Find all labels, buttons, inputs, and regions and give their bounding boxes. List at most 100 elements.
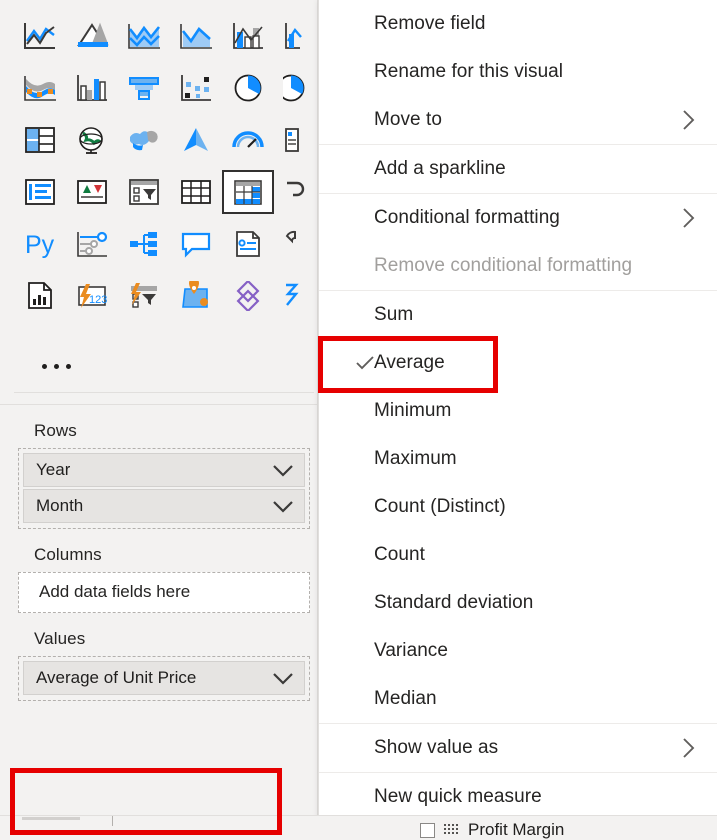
power-automate-visual-icon[interactable]: 123 (66, 273, 118, 319)
well-label-values: Values (34, 629, 86, 648)
field-chip-label: Month (36, 496, 84, 515)
chevron-right-icon[interactable] (682, 724, 695, 772)
treemap-icon[interactable] (14, 117, 66, 163)
field-checkbox[interactable] (420, 822, 435, 838)
menu-item-rename-for-this-visual[interactable]: Rename for this visual (319, 48, 717, 96)
stacked-area-chart-icon[interactable] (118, 13, 170, 59)
menu-item-minimum[interactable]: Minimum (319, 387, 717, 435)
chevron-down-icon[interactable] (272, 500, 296, 513)
kpi-icon[interactable] (66, 169, 118, 215)
menu-item-label: New quick measure (374, 786, 542, 807)
menu-item-count-distinct[interactable]: Count (Distinct) (319, 483, 717, 531)
field-chip-month[interactable]: Month (23, 489, 305, 523)
menu-item-label: Maximum (374, 448, 457, 469)
dot (65, 363, 71, 369)
dropzone-rows[interactable]: Year Month (18, 448, 310, 529)
dropzone-columns[interactable]: Add data fields here (18, 572, 310, 613)
menu-item-label: Conditional formatting (374, 207, 560, 228)
area-chart-icon[interactable] (66, 13, 118, 59)
menu-item-label: Average (374, 352, 445, 373)
menu-item-sum[interactable]: Sum (319, 291, 717, 339)
svg-text:Py: Py (25, 231, 55, 259)
dropzone-placeholder: Add data fields here (39, 582, 191, 601)
funnel-chart-icon[interactable] (118, 65, 170, 111)
qna-visual-icon[interactable] (170, 221, 222, 267)
azure-map-icon[interactable] (170, 273, 222, 319)
menu-item-label: Show value as (374, 737, 499, 758)
chevron-right-icon[interactable] (682, 194, 695, 242)
visual-icon-row (14, 114, 318, 166)
field-chip-label: Average of Unit Price (36, 668, 197, 687)
gauge-icon[interactable] (222, 117, 274, 163)
map-icon[interactable] (66, 117, 118, 163)
dropzone-values[interactable]: Average of Unit Price (18, 656, 310, 701)
well-label-rows: Rows (34, 421, 77, 440)
menu-item-standard-deviation[interactable]: Standard deviation (319, 579, 717, 627)
decomposition-tree-icon[interactable] (118, 221, 170, 267)
menu-item-conditional-formatting[interactable]: Conditional formatting (319, 194, 717, 242)
chevron-right-icon[interactable] (682, 96, 695, 144)
shape-map-icon[interactable] (170, 117, 222, 163)
paginated-report-icon[interactable] (14, 273, 66, 319)
visual-icon-row (14, 62, 318, 114)
visual-icon-row: Py (14, 218, 318, 270)
menu-item-label: Variance (374, 640, 448, 661)
bottom-partial-strip: Profit Margin (0, 815, 717, 840)
field-chip-label: Year (36, 460, 71, 479)
menu-item-label: Count (Distinct) (374, 496, 506, 517)
menu-item-label: Count (374, 544, 425, 565)
menu-item-average[interactable]: Average (319, 339, 717, 387)
svg-text:123: 123 (89, 294, 107, 306)
waterfall-chart-icon[interactable] (14, 65, 66, 111)
visualizations-pane: Py 123 Rows Year Month Columns Add data … (0, 0, 318, 840)
menu-item-add-a-sparkline[interactable]: Add a sparkline (319, 145, 717, 193)
chevron-down-icon[interactable] (272, 464, 296, 477)
multi-row-card-icon[interactable] (14, 169, 66, 215)
menu-item-count[interactable]: Count (319, 531, 717, 579)
line-chart-icon[interactable] (170, 13, 222, 59)
menu-item-show-value-as[interactable]: Show value as (319, 724, 717, 772)
menu-item-move-to[interactable]: Move to (319, 96, 717, 144)
key-influencers-icon[interactable] (66, 221, 118, 267)
menu-item-remove-field[interactable]: Remove field (319, 0, 717, 48)
visual-icon-row (14, 166, 318, 218)
field-chip-year[interactable]: Year (23, 453, 305, 487)
dot (41, 363, 47, 369)
more-visuals-button[interactable] (34, 352, 78, 380)
line-and-clustered-column-chart-icon[interactable] (222, 13, 274, 59)
menu-item-label: Move to (374, 109, 442, 130)
menu-item-remove-conditional-formatting: Remove conditional formatting (319, 242, 717, 290)
matrix-icon[interactable] (222, 170, 274, 214)
menu-item-label: Minimum (374, 400, 452, 421)
chip-fragment (22, 817, 80, 820)
bottom-left-fragment (0, 816, 318, 840)
field-name-label: Profit Margin (468, 820, 565, 839)
fields-list-item-profit-margin[interactable]: Profit Margin (420, 820, 564, 840)
menu-item-median[interactable]: Median (319, 675, 717, 723)
python-visual-icon[interactable]: Py (14, 221, 66, 267)
visual-type-gallery: Py 123 (0, 0, 318, 404)
measure-grid-icon (444, 824, 459, 836)
power-apps-visual-icon[interactable] (118, 273, 170, 319)
menu-item-label: Remove conditional formatting (374, 255, 633, 276)
chevron-down-icon[interactable] (272, 672, 296, 685)
menu-item-variance[interactable]: Variance (319, 627, 717, 675)
menu-item-label: Remove field (374, 13, 486, 34)
table-icon[interactable] (170, 169, 222, 215)
smart-narrative-icon[interactable] (222, 221, 274, 267)
well-label-columns: Columns (34, 545, 102, 564)
menu-item-new-quick-measure[interactable]: New quick measure (319, 773, 717, 821)
line-and-stacked-column-chart-icon[interactable] (14, 13, 66, 59)
pie-chart-icon[interactable] (222, 65, 274, 111)
dot (53, 363, 59, 369)
menu-item-maximum[interactable]: Maximum (319, 435, 717, 483)
scatter-chart-icon[interactable] (170, 65, 222, 111)
menu-item-label: Median (374, 688, 437, 709)
field-chip-average-of-unit-price[interactable]: Average of Unit Price (23, 661, 305, 695)
arcgis-map-icon[interactable] (222, 273, 274, 319)
clustered-column-chart-icon[interactable] (66, 65, 118, 111)
field-context-menu: Remove field Rename for this visual Move t… (318, 0, 717, 826)
pane-divider (14, 392, 314, 393)
filled-map-icon[interactable] (118, 117, 170, 163)
slicer-icon[interactable] (118, 169, 170, 215)
